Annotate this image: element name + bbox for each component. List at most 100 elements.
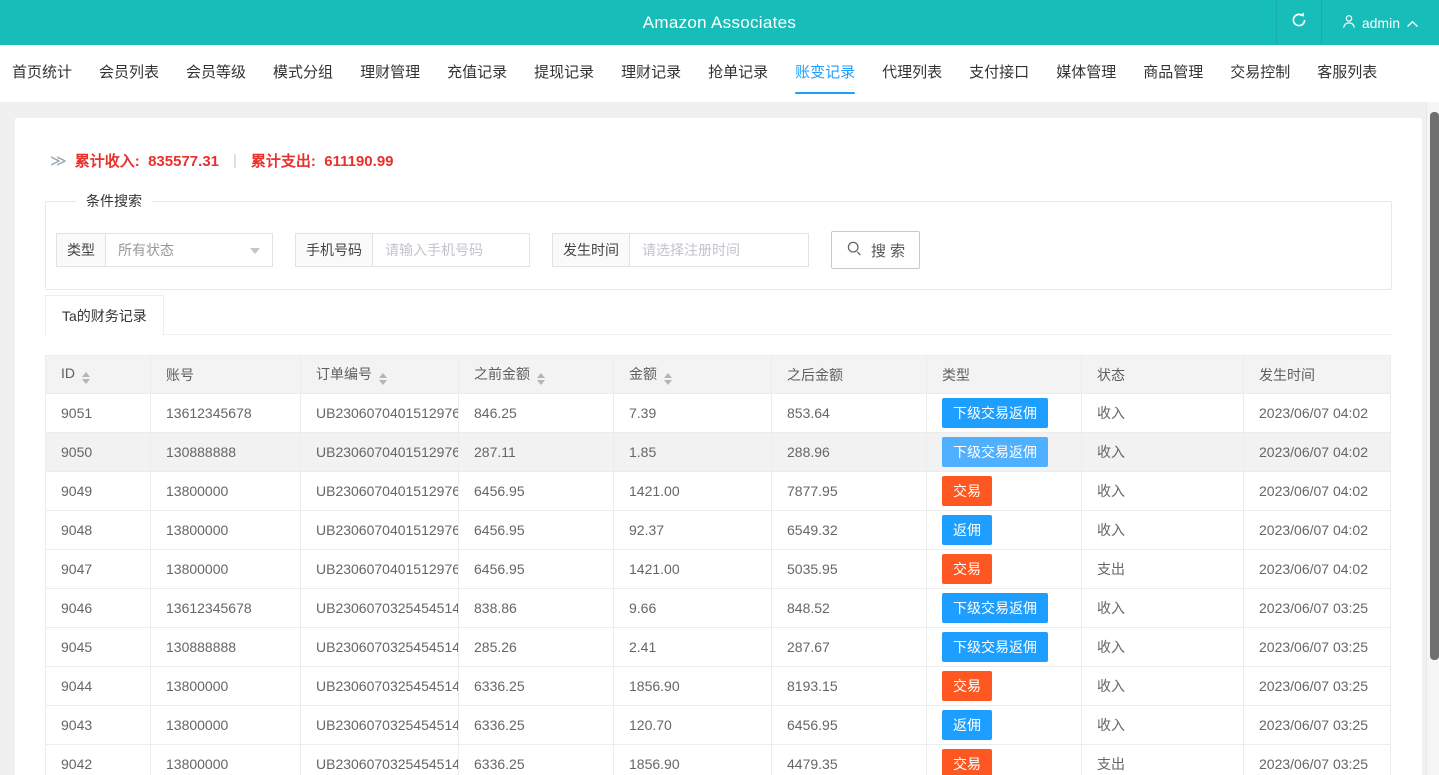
cell-time: 2023/06/07 03:25 xyxy=(1244,745,1391,775)
phone-input[interactable] xyxy=(372,233,530,267)
search-icon xyxy=(846,240,863,261)
main-nav: 首页统计会员列表会员等级模式分组理财管理充值记录提现记录理财记录抢单记录账变记录… xyxy=(0,45,1439,102)
column-header[interactable]: ID xyxy=(46,356,151,394)
nav-item-16[interactable]: 客服列表 xyxy=(1317,45,1377,102)
column-header[interactable]: 订单编号 xyxy=(301,356,459,394)
type-select-value: 所有状态 xyxy=(118,240,174,260)
stats-separator: | xyxy=(227,152,243,169)
type-badge[interactable]: 下级交易返佣 xyxy=(942,437,1048,467)
tab-financial-records[interactable]: Ta的财务记录 xyxy=(45,295,164,336)
sort-icon[interactable] xyxy=(82,372,90,384)
nav-item-9[interactable]: 抢单记录 xyxy=(708,45,768,102)
time-input[interactable] xyxy=(629,233,809,267)
cell-before-amount: 6456.95 xyxy=(459,511,614,550)
nav-item-5[interactable]: 理财管理 xyxy=(360,45,420,102)
cell-type: 下级交易返佣 xyxy=(927,433,1082,472)
user-menu[interactable]: admin xyxy=(1322,0,1439,45)
nav-item-12[interactable]: 支付接口 xyxy=(969,45,1029,102)
type-badge[interactable]: 交易 xyxy=(942,476,992,506)
nav-item-1[interactable]: 首页统计 xyxy=(12,45,72,102)
type-badge[interactable]: 交易 xyxy=(942,749,992,775)
nav-item-7[interactable]: 提现记录 xyxy=(534,45,594,102)
cell-account: 13800000 xyxy=(151,667,301,706)
cell-time: 2023/06/07 04:02 xyxy=(1244,550,1391,589)
cell-status: 收入 xyxy=(1082,511,1244,550)
cell-after-amount: 6549.32 xyxy=(772,511,927,550)
sort-icon[interactable] xyxy=(379,373,387,385)
cell-amount: 9.66 xyxy=(614,589,772,628)
table-header-row: ID账号订单编号之前金额金额之后金额类型状态发生时间 xyxy=(46,356,1391,394)
cell-id: 9044 xyxy=(46,667,151,706)
user-icon xyxy=(1342,14,1356,32)
refresh-button[interactable] xyxy=(1276,0,1322,45)
cell-account: 13800000 xyxy=(151,511,301,550)
cell-order-number: UB2306070401512976 xyxy=(301,433,459,472)
nav-item-14[interactable]: 商品管理 xyxy=(1143,45,1203,102)
cell-order-number: UB2306070325454514 xyxy=(301,745,459,775)
table-row: 904613612345678UB2306070325454514838.869… xyxy=(46,589,1391,628)
search-form: 类型 所有状态 手机号码 发生时间 xyxy=(56,231,1391,269)
cell-amount: 1421.00 xyxy=(614,472,772,511)
nav-item-6[interactable]: 充值记录 xyxy=(447,45,507,102)
type-badge[interactable]: 下级交易返佣 xyxy=(942,593,1048,623)
nav-item-3[interactable]: 会员等级 xyxy=(186,45,246,102)
chevron-up-icon xyxy=(1406,15,1419,31)
type-badge[interactable]: 返佣 xyxy=(942,710,992,740)
cell-amount: 120.70 xyxy=(614,706,772,745)
nav-item-2[interactable]: 会员列表 xyxy=(99,45,159,102)
cell-time: 2023/06/07 03:25 xyxy=(1244,628,1391,667)
cell-time: 2023/06/07 03:25 xyxy=(1244,589,1391,628)
cell-before-amount: 846.25 xyxy=(459,394,614,433)
table-body: 905113612345678UB2306070401512976846.257… xyxy=(46,394,1391,775)
page-body: ≫ 累计收入: 835577.31 | 累计支出: 611190.99 条件搜索… xyxy=(0,102,1439,775)
column-header: 发生时间 xyxy=(1244,356,1391,394)
search-button[interactable]: 搜 索 xyxy=(831,231,920,269)
type-badge[interactable]: 下级交易返佣 xyxy=(942,398,1048,428)
scrollbar xyxy=(1426,102,1439,775)
type-badge[interactable]: 返佣 xyxy=(942,515,992,545)
nav-item-4[interactable]: 模式分组 xyxy=(273,45,333,102)
type-badge[interactable]: 交易 xyxy=(942,671,992,701)
cell-amount: 2.41 xyxy=(614,628,772,667)
table-row: 904913800000UB23060704015129766456.95142… xyxy=(46,472,1391,511)
cell-id: 9046 xyxy=(46,589,151,628)
scrollbar-thumb[interactable] xyxy=(1430,112,1439,660)
time-label: 发生时间 xyxy=(552,233,629,267)
cell-before-amount: 6336.25 xyxy=(459,667,614,706)
cell-type: 返佣 xyxy=(927,706,1082,745)
cell-amount: 7.39 xyxy=(614,394,772,433)
cell-after-amount: 7877.95 xyxy=(772,472,927,511)
cell-status: 收入 xyxy=(1082,589,1244,628)
type-badge[interactable]: 下级交易返佣 xyxy=(942,632,1048,662)
stats-bar: ≫ 累计收入: 835577.31 | 累计支出: 611190.99 xyxy=(45,150,1392,177)
nav-item-15[interactable]: 交易控制 xyxy=(1230,45,1290,102)
cell-amount: 1856.90 xyxy=(614,667,772,706)
nav-item-8[interactable]: 理财记录 xyxy=(621,45,681,102)
app-title: Amazon Associates xyxy=(643,13,796,33)
cell-time: 2023/06/07 04:02 xyxy=(1244,511,1391,550)
cell-after-amount: 4479.35 xyxy=(772,745,927,775)
cell-order-number: UB2306070401512976 xyxy=(301,394,459,433)
records-table: ID账号订单编号之前金额金额之后金额类型状态发生时间 9051136123456… xyxy=(45,355,1391,775)
column-header[interactable]: 之前金额 xyxy=(459,356,614,394)
cell-before-amount: 838.86 xyxy=(459,589,614,628)
column-header[interactable]: 金额 xyxy=(614,356,772,394)
cell-after-amount: 288.96 xyxy=(772,433,927,472)
sort-icon[interactable] xyxy=(537,373,545,385)
total-income: 累计收入: 835577.31 xyxy=(75,150,219,171)
cell-type: 交易 xyxy=(927,745,1082,775)
phone-filter-group: 手机号码 xyxy=(295,233,530,267)
sort-icon[interactable] xyxy=(664,373,672,385)
cell-status: 支出 xyxy=(1082,745,1244,775)
cell-after-amount: 848.52 xyxy=(772,589,927,628)
nav-item-13[interactable]: 媒体管理 xyxy=(1056,45,1116,102)
type-select[interactable]: 所有状态 xyxy=(105,233,273,267)
cell-account: 130888888 xyxy=(151,433,301,472)
nav-item-11[interactable]: 代理列表 xyxy=(882,45,942,102)
cell-after-amount: 6456.95 xyxy=(772,706,927,745)
table-row: 904413800000UB23060703254545146336.25185… xyxy=(46,667,1391,706)
cell-after-amount: 8193.15 xyxy=(772,667,927,706)
cell-status: 收入 xyxy=(1082,667,1244,706)
type-badge[interactable]: 交易 xyxy=(942,554,992,584)
nav-item-10-active[interactable]: 账变记录 xyxy=(795,45,855,102)
